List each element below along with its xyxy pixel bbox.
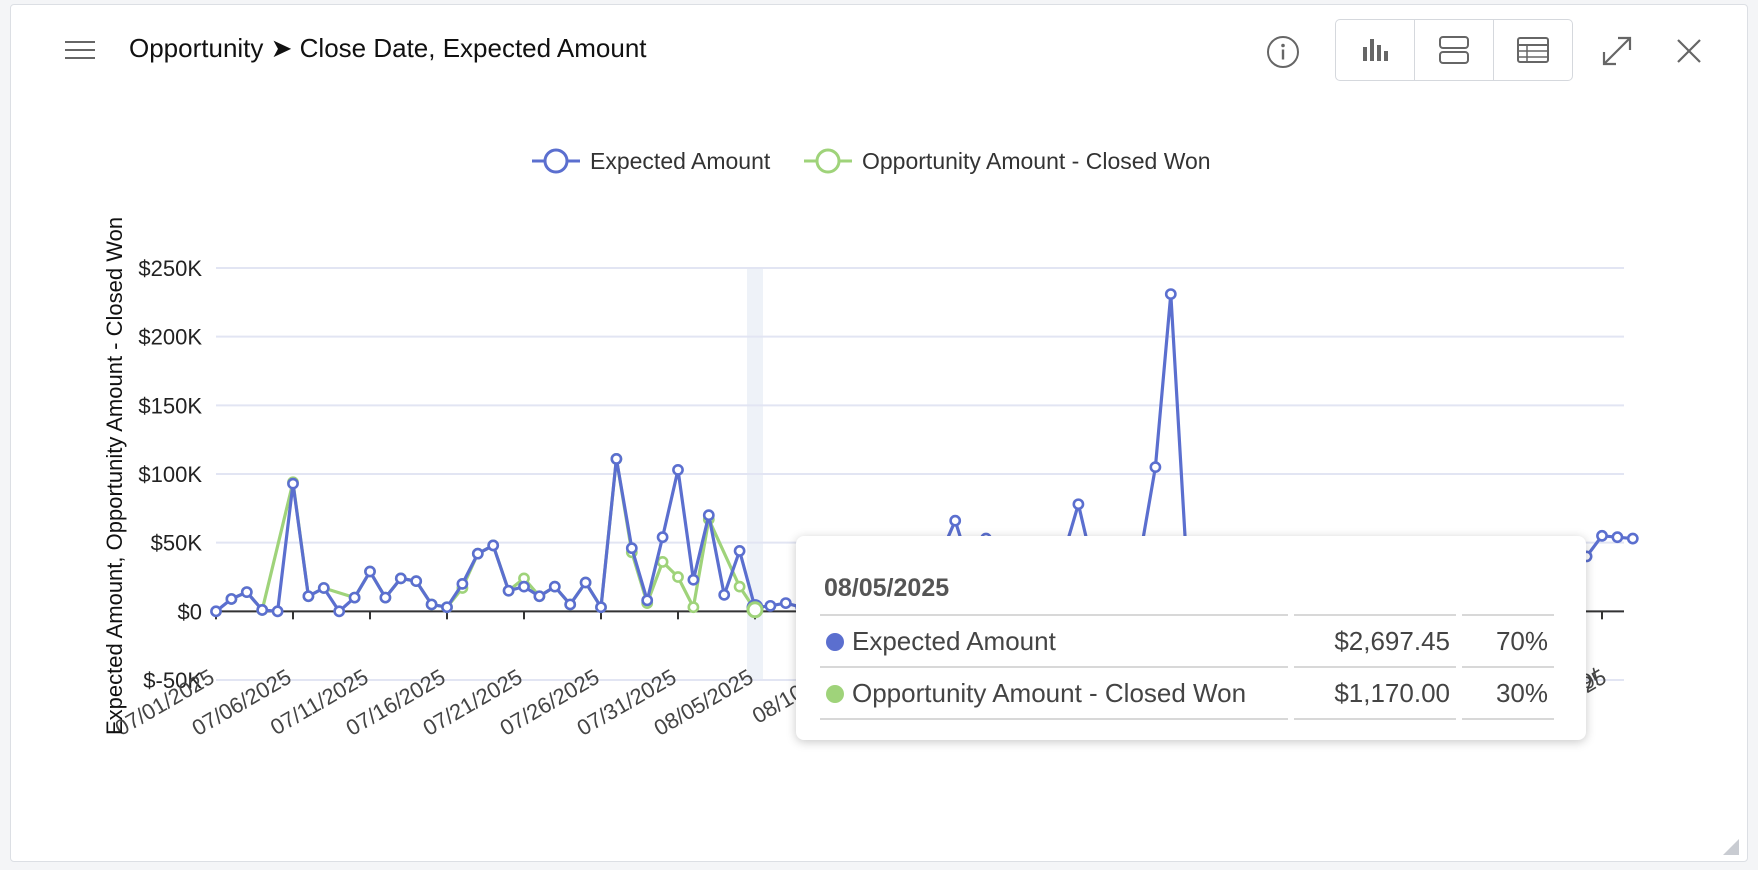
legend-label: Opportunity Amount - Closed Won	[862, 148, 1211, 174]
data-point	[487, 539, 500, 552]
y-tick-label: $250K	[138, 256, 202, 281]
tooltip-value: $2,697.45	[1288, 614, 1459, 667]
data-point	[595, 601, 607, 614]
data-point	[702, 509, 715, 522]
legend-marker	[815, 148, 841, 174]
data-point	[1611, 531, 1624, 544]
data-point	[302, 590, 315, 603]
tooltip-series-name: Opportunity Amount - Closed Won	[852, 677, 1247, 708]
chart-tooltip: 08/05/2025 Expected Amount $2,697.45 70%…	[796, 536, 1586, 740]
y-axis-label: Expected Amount, Opportunity Amount - Cl…	[102, 217, 127, 735]
data-point	[225, 593, 238, 605]
tooltip-percent: 70%	[1456, 614, 1554, 667]
data-point	[364, 565, 376, 578]
data-point	[271, 605, 284, 618]
data-point	[733, 545, 746, 557]
data-point	[564, 598, 577, 611]
data-point	[548, 580, 561, 593]
y-tick-label: $50K	[151, 531, 203, 556]
tooltip-row: Opportunity Amount - Closed Won $1,170.0…	[820, 666, 1554, 720]
data-point	[625, 542, 638, 555]
data-point	[256, 604, 269, 616]
data-point	[425, 598, 438, 611]
data-point	[533, 590, 546, 603]
series-color-dot	[826, 684, 844, 703]
data-point	[210, 605, 222, 618]
tooltip-table: Expected Amount $2,697.45 70% Opportunit…	[820, 614, 1554, 720]
tooltip-percent: 30%	[1456, 666, 1554, 720]
data-point	[518, 580, 530, 593]
data-point	[317, 582, 330, 594]
tooltip-row: Expected Amount $2,697.45 70%	[820, 614, 1554, 667]
data-point	[379, 591, 392, 604]
data-point	[656, 555, 669, 568]
data-point	[641, 594, 654, 607]
data-point	[471, 547, 484, 560]
data-point	[287, 477, 299, 490]
data-point	[656, 531, 669, 544]
data-point	[333, 605, 346, 618]
data-point	[456, 577, 469, 590]
y-tick-label: $150K	[138, 393, 202, 418]
y-tick-label: $0	[178, 599, 202, 624]
data-point	[1626, 532, 1639, 545]
data-point	[348, 591, 361, 604]
tooltip-value: $1,170.00	[1288, 666, 1459, 720]
data-point	[672, 571, 684, 583]
series-color-dot	[826, 632, 844, 651]
data-point	[1596, 529, 1608, 542]
data-point	[949, 514, 962, 527]
y-tick-label: $200K	[138, 325, 202, 350]
data-point	[718, 588, 731, 601]
hover-marker	[746, 601, 764, 619]
data-point	[764, 599, 777, 612]
tooltip-date: 08/05/2025	[824, 574, 950, 602]
data-point	[502, 584, 515, 597]
data-point	[579, 576, 592, 589]
data-point	[610, 452, 623, 465]
data-point	[394, 572, 407, 585]
data-point	[1149, 461, 1162, 474]
data-point	[687, 601, 700, 614]
data-point	[687, 573, 700, 586]
data-point	[1164, 288, 1177, 300]
y-tick-label: $100K	[138, 462, 202, 487]
data-point	[672, 463, 684, 476]
legend-marker	[543, 148, 569, 174]
data-point	[1072, 498, 1085, 511]
data-point	[240, 586, 253, 599]
legend-label: Expected Amount	[590, 148, 771, 174]
data-point	[779, 597, 792, 609]
tooltip-series-name: Expected Amount	[852, 625, 1056, 656]
data-point	[410, 575, 423, 588]
data-point	[733, 580, 746, 593]
data-point	[441, 601, 453, 614]
